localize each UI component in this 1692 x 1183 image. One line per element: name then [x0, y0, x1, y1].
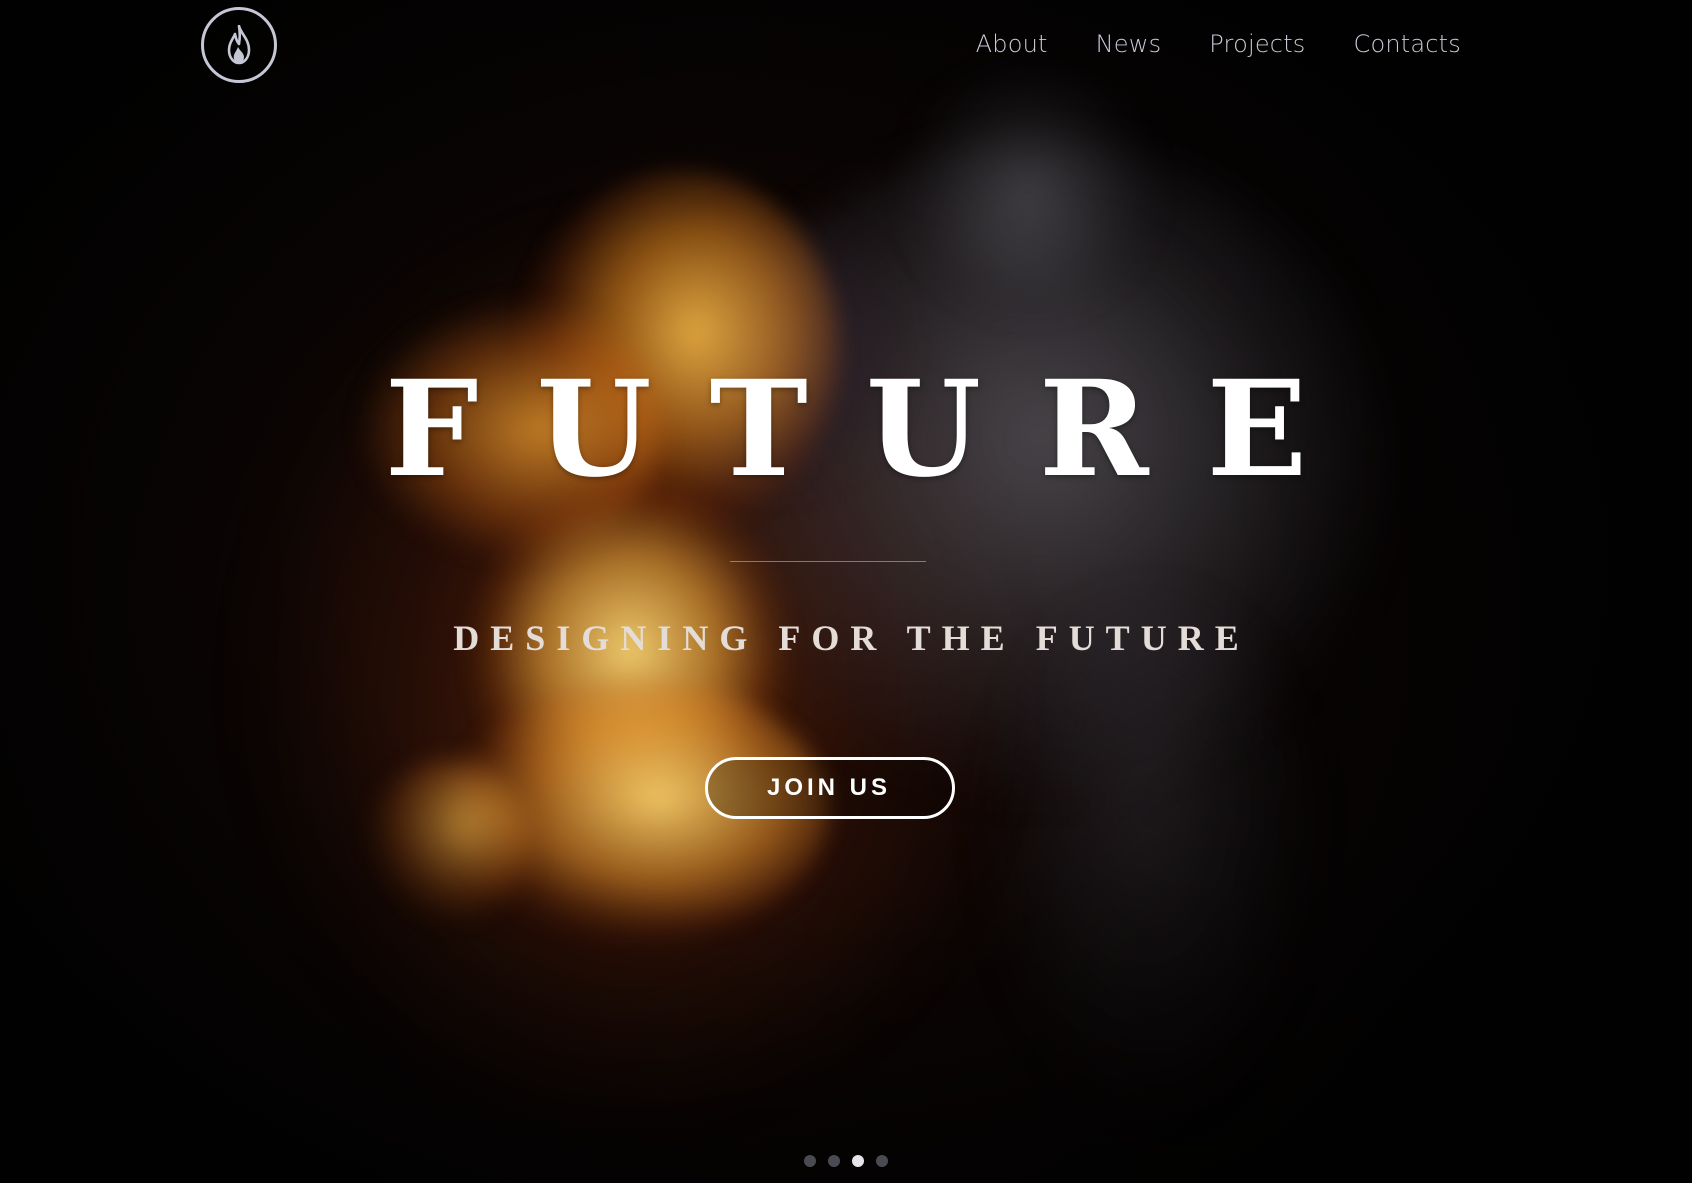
hero-title: FUTURE: [384, 352, 1366, 507]
nav-link-projects[interactable]: Projects: [1209, 29, 1305, 59]
slider-dot-1[interactable]: [804, 1155, 816, 1167]
nav-link-contacts[interactable]: Contacts: [1354, 29, 1461, 59]
main-nav: About News Projects Contacts: [976, 29, 1461, 59]
slider-dot-4[interactable]: [876, 1155, 888, 1167]
hero-background-image: [0, 0, 1692, 1183]
slider-dot-2[interactable]: [828, 1155, 840, 1167]
join-us-button[interactable]: JOIN US: [705, 757, 955, 819]
logo-link[interactable]: [201, 7, 277, 83]
nav-link-about[interactable]: About: [976, 29, 1048, 59]
slider-dot-3[interactable]: [852, 1155, 864, 1167]
nav-link-news[interactable]: News: [1096, 29, 1162, 59]
slider-pagination: [0, 1155, 1692, 1167]
vignette-overlay: [0, 0, 1692, 1183]
hero-subtitle: DESIGNING FOR THE FUTURE: [453, 618, 1250, 658]
title-divider: [730, 561, 926, 562]
flame-icon: [227, 25, 251, 65]
